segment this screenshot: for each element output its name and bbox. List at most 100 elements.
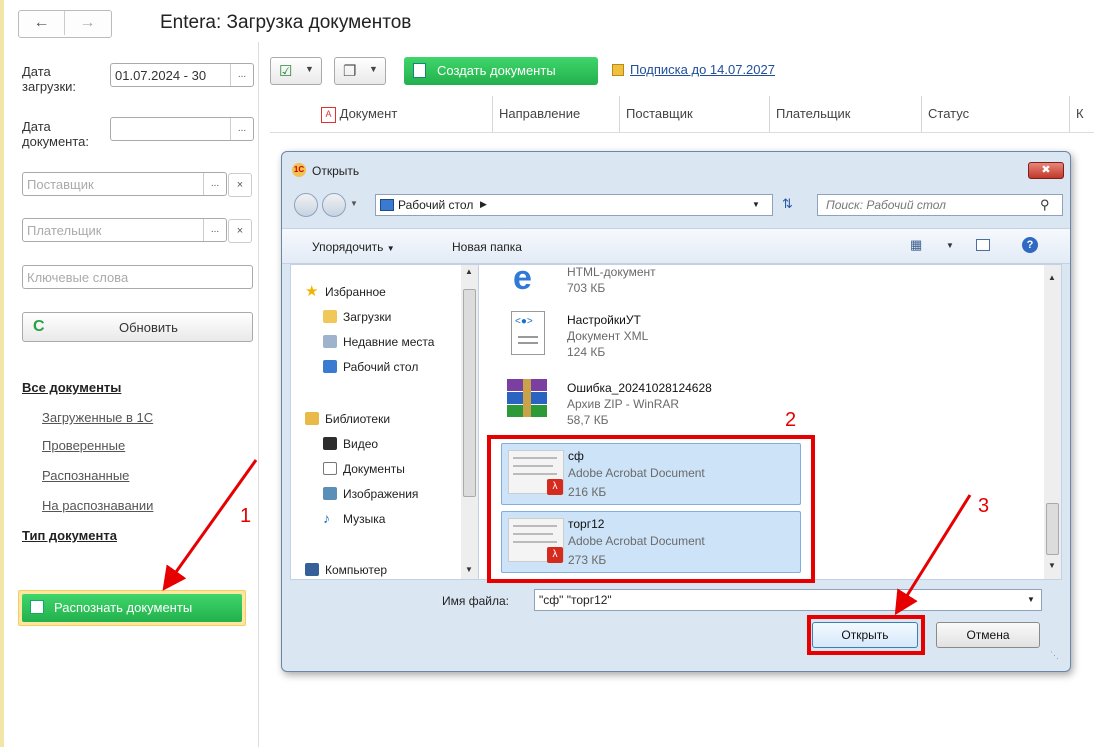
back-circle-icon[interactable] [294,193,318,217]
all-documents-link[interactable]: Все документы [22,380,121,395]
scroll-up-icon[interactable]: ▲ [465,267,473,276]
resize-grip-icon[interactable]: ⋱ [1050,650,1059,661]
column-header-document[interactable]: A Документ [315,96,493,132]
filename-input[interactable]: "сф" "торг12" ▼ [534,589,1042,611]
back-arrow-icon[interactable]: ← [19,11,65,35]
file-item-zip[interactable]: Ошибка_20241028124628 Архив ZIP - WinRAR… [499,377,799,437]
column-header-k[interactable]: К [1070,96,1094,132]
nav-images[interactable]: Изображения [323,487,418,501]
search-icon[interactable]: ⚲ [1040,197,1050,213]
scroll-up-icon[interactable]: ▲ [1048,273,1056,282]
nav-libraries[interactable]: Библиотеки [305,412,390,426]
close-icon: ✖ [1041,164,1051,176]
music-icon: ♪ [323,510,330,526]
chevron-down-icon: ▼ [386,244,395,253]
xml-icon: <●> [511,311,545,355]
doc-type-link[interactable]: Тип документа [22,528,117,543]
breadcrumb-arrow-icon[interactable]: ▶ [480,199,487,210]
view-options-icon[interactable]: ▦ [910,237,922,253]
annotation-label-3: 3 [978,495,990,517]
sidebar-item-recognizing[interactable]: На распознавании [42,498,153,513]
load-date-field[interactable]: 01.07.2024 - 30 ... [110,63,254,87]
help-icon[interactable]: ? [1022,237,1038,253]
video-icon [323,437,337,450]
column-header-status[interactable]: Статус [922,96,1070,132]
annotation-label-1: 1 [240,505,252,527]
nav-computer[interactable]: Компьютер [305,563,387,577]
nav-downloads[interactable]: Загрузки [323,310,391,324]
forward-circle-icon[interactable] [322,193,346,217]
sidebar-item-checked[interactable]: Проверенные [42,438,125,453]
doc-date-label: Дата документа: [22,119,89,149]
cancel-button[interactable]: Отмена [936,622,1040,648]
sidebar-item-recognized[interactable]: Распознанные [42,468,129,483]
forward-arrow-icon[interactable]: → [65,11,110,35]
file-item-xml[interactable]: <●> НастройкиУТ Документ XML 124 КБ [499,309,799,369]
refresh-arrows-icon[interactable]: ⇅ [782,196,793,212]
ellipsis-icon[interactable]: ... [230,64,253,86]
ie-html-icon: e [513,264,532,297]
keywords-field[interactable]: Ключевые слова [22,265,253,289]
preview-pane-icon[interactable] [976,239,990,251]
chevron-down-icon[interactable]: ▼ [1027,595,1035,604]
downloads-folder-icon [323,310,337,323]
file-item-html[interactable]: e HTML-документ 703 КБ [499,265,799,303]
nav-recent[interactable]: Недавние места [323,335,434,349]
scroll-down-icon[interactable]: ▼ [465,565,473,574]
file-scroll-thumb[interactable] [1046,503,1059,555]
desktop-icon [380,199,394,211]
chevron-down-icon: ▼ [305,64,314,74]
subscription-icon [612,64,624,76]
new-folder-button[interactable]: Новая папка [452,240,522,254]
check-dropdown-button[interactable]: ☑ ▼ [270,57,322,85]
column-header-supplier[interactable]: Поставщик [620,96,770,132]
column-header-direction[interactable]: Направление [493,96,620,132]
create-documents-button[interactable]: Создать документы [404,57,598,85]
payer-field[interactable]: Плательщик ... × [22,218,252,243]
column-header-payer[interactable]: Плательщик [770,96,922,132]
organize-menu[interactable]: Упорядочить ▼ [312,240,395,254]
copy-icon: ❐ [343,63,357,80]
refresh-button[interactable]: C Обновить [22,312,253,342]
ellipsis-icon[interactable]: ... [203,219,226,241]
create-doc-icon [413,63,426,78]
file-scrollbar[interactable]: ▲ ▼ [1044,265,1061,579]
annotation-files-highlight [487,435,815,583]
open-file-dialog: 1C Открыть ✖ ▼ Рабочий стол ▶ ▼ ⇅ Поиск:… [281,151,1071,672]
winrar-icon [507,379,547,419]
navigation-pane: ★ Избранное Загрузки Недавние места Рабо… [290,264,478,580]
nav-music[interactable]: ♪ Музыка [323,510,385,526]
nav-scrollbar[interactable]: ▲ ▼ [461,265,478,579]
app-1c-icon: 1C [292,163,306,177]
sidebar-divider [258,42,259,747]
command-bar: Упорядочить ▼ Новая папка ▦ ▼ ? [282,228,1070,264]
recognize-documents-button[interactable]: Распознать документы [18,590,246,626]
documents-icon [323,462,337,475]
nav-scroll-thumb[interactable] [463,289,476,497]
ellipsis-icon[interactable]: ... [203,173,226,195]
chevron-down-icon[interactable]: ▼ [752,200,760,209]
clear-icon[interactable]: × [228,173,252,197]
nav-desktop[interactable]: Рабочий стол [323,360,418,374]
nav-documents[interactable]: Документы [323,462,405,476]
subscription-link[interactable]: Подписка до 14.07.2027 [630,62,775,77]
copy-dropdown-button[interactable]: ❐ ▼ [334,57,386,85]
ellipsis-icon[interactable]: ... [230,118,253,140]
doc-date-field[interactable]: ... [110,117,254,141]
chevron-down-icon[interactable]: ▼ [946,241,954,250]
recognize-icon [30,600,44,614]
nav-buttons: ← → [18,10,112,38]
sidebar-item-loaded[interactable]: Загруженные в 1С [42,410,153,425]
load-date-label: Дата загрузки: [22,64,77,94]
nav-video[interactable]: Видео [323,437,378,451]
clear-icon[interactable]: × [228,219,252,243]
history-dropdown-icon[interactable]: ▼ [350,199,358,208]
address-bar[interactable]: Рабочий стол ▶ ▼ [375,194,773,216]
refresh-icon: C [33,318,45,335]
supplier-field[interactable]: Поставщик ... × [22,172,252,197]
annotation-label-2: 2 [785,409,797,431]
nav-favorites[interactable]: ★ Избранное [305,283,386,300]
scroll-down-icon[interactable]: ▼ [1048,561,1056,570]
dialog-close-button[interactable]: ✖ [1028,162,1064,179]
search-input[interactable]: Поиск: Рабочий стол ⚲ [817,194,1063,216]
